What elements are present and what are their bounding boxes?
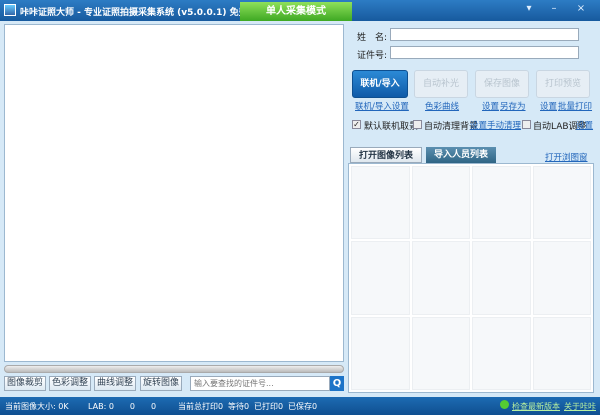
manual-clean-link[interactable]: 手动清理	[487, 119, 521, 131]
image-thumbnail-grid	[348, 163, 594, 393]
thumbnail-slot[interactable]	[532, 316, 591, 390]
auto-bg-checkbox[interactable]	[413, 120, 422, 129]
total-print-status: 当前总打印0	[178, 402, 224, 411]
close-button[interactable]: ×	[572, 3, 590, 14]
print-settings-link[interactable]: 设置	[540, 100, 557, 112]
search-icon[interactable]: Q	[330, 376, 344, 391]
menu-icon[interactable]: ▾	[520, 3, 538, 14]
connect-import-button[interactable]: 联机/导入	[352, 70, 408, 98]
thumbnail-slot[interactable]	[472, 241, 531, 315]
default-connect-checkbox[interactable]: ✓	[352, 120, 361, 129]
status-bar: 当前图像大小: 0K LAB: 0 0 0 当前总打印0 等待0 已打印0 已保…	[0, 397, 600, 415]
crop-image-button[interactable]: 图像裁剪	[4, 376, 46, 391]
connect-settings-link[interactable]: 联机/导入设置	[355, 100, 409, 112]
bg-settings-link[interactable]: 设置	[470, 119, 487, 131]
minimize-button[interactable]: –	[545, 3, 563, 14]
save-as-link[interactable]: 另存为	[500, 100, 526, 112]
save-settings-link[interactable]: 设置	[482, 100, 499, 112]
single-capture-mode-tab[interactable]: 单人采集模式	[240, 2, 352, 21]
tab-open-image-list[interactable]: 打开图像列表	[350, 147, 422, 163]
image-preview-panel	[4, 24, 344, 362]
thumbnail-slot[interactable]	[351, 166, 410, 240]
id-search-input[interactable]	[190, 376, 330, 391]
thumbnail-slot[interactable]	[532, 241, 591, 315]
update-icon	[500, 400, 509, 409]
print-preview-button[interactable]: 打印预览	[536, 70, 590, 98]
default-connect-label: 默认联机取景	[364, 122, 419, 132]
about-link[interactable]: 关于咔咔	[564, 401, 596, 412]
thumbnail-slot[interactable]	[351, 316, 410, 390]
title-bar: 咔咔证照大师 - 专业证照拍摄采集系统 (v5.0.0.1) 免费版 单人采集模…	[0, 0, 600, 21]
thumbnail-slot[interactable]	[532, 166, 591, 240]
printed-status: 已打印0	[254, 402, 284, 411]
color-adjust-button[interactable]: 色彩调整	[49, 376, 91, 391]
thumbnail-slot[interactable]	[411, 241, 470, 315]
thumbnail-slot[interactable]	[472, 166, 531, 240]
thumbnail-slot[interactable]	[351, 241, 410, 315]
save-image-button[interactable]: 保存图像	[475, 70, 529, 98]
curve-adjust-button[interactable]: 曲线调整	[94, 376, 136, 391]
saved-status: 已保存0	[288, 402, 318, 411]
name-label: 姓 名:	[357, 33, 388, 43]
window-title: 咔咔证照大师 - 专业证照拍摄采集系统 (v5.0.0.1) 免费版	[20, 8, 257, 18]
batch-print-link[interactable]: 批量打印	[558, 100, 592, 112]
thumbnail-slot[interactable]	[411, 166, 470, 240]
thumbnail-slot[interactable]	[411, 316, 470, 390]
waiting-status: 等待0	[228, 402, 250, 411]
horizontal-scrollbar[interactable]	[4, 365, 344, 373]
rotate-image-button[interactable]: 旋转图像	[140, 376, 182, 391]
curve-link[interactable]: 曲线	[442, 100, 459, 112]
auto-lab-checkbox[interactable]	[522, 120, 531, 129]
thumbnail-slot[interactable]	[472, 316, 531, 390]
name-input[interactable]	[390, 28, 579, 41]
tab-import-person-list[interactable]: 导入人员列表	[426, 147, 496, 163]
auto-fill-light-button[interactable]: 自动补光	[414, 70, 468, 98]
id-number-input[interactable]	[390, 46, 579, 59]
id-label: 证件号:	[357, 51, 388, 61]
lab-settings-link[interactable]: 设置	[576, 119, 593, 131]
app-icon	[4, 4, 16, 16]
lab-status: LAB: 0 0 0	[88, 402, 157, 411]
image-size-status: 当前图像大小: 0K	[5, 402, 69, 411]
check-update-link[interactable]: 检查最新版本	[512, 401, 560, 412]
color-link[interactable]: 色彩	[425, 100, 442, 112]
